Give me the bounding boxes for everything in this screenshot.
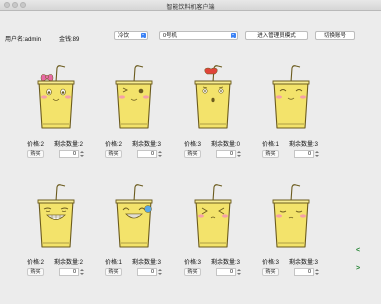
price-label: 价格:2 <box>27 260 45 266</box>
quantity-field[interactable]: 0 <box>294 150 314 158</box>
buy-button[interactable]: 购买 <box>105 268 122 276</box>
username-label: 用户名:admin <box>5 37 42 43</box>
remaining-quantity-label: 剩余数量:3 <box>211 260 241 266</box>
balance-label: 金钱:89 <box>59 37 80 43</box>
select-arrows-icon <box>231 33 236 38</box>
category-select[interactable]: 冷饮 <box>114 31 148 40</box>
drink-cup-image <box>111 64 157 132</box>
drink-cup-image <box>190 183 236 251</box>
quantity-stepper-icon[interactable] <box>237 150 241 158</box>
quantity-field[interactable]: 0 <box>59 268 79 276</box>
quantity-stepper-icon[interactable] <box>80 150 84 158</box>
remaining-quantity-label: 剩余数量:2 <box>54 142 84 148</box>
category-select-value: 冷饮 <box>118 33 130 39</box>
drink-cup-image <box>268 64 314 132</box>
buy-button[interactable]: 购买 <box>184 268 201 276</box>
quantity-stepper-icon[interactable] <box>237 268 241 276</box>
drink-cup-image <box>33 183 79 251</box>
drink-cup-image <box>190 64 236 132</box>
price-label: 价格:3 <box>262 260 280 266</box>
admin-mode-button[interactable]: 进入管理员模式 <box>245 31 308 40</box>
price-label: 价格:2 <box>27 142 45 148</box>
remaining-quantity-label: 剩余数量:3 <box>289 142 319 148</box>
switch-account-button[interactable]: 切换账号 <box>315 31 355 40</box>
buy-button[interactable]: 购买 <box>105 150 122 158</box>
price-label: 价格:3 <box>184 142 202 148</box>
quantity-field[interactable]: 0 <box>216 268 236 276</box>
drink-cup-image <box>268 183 314 251</box>
drink-cup-image <box>111 183 157 251</box>
quantity-stepper-icon[interactable] <box>158 268 162 276</box>
quantity-stepper-icon[interactable] <box>158 150 162 158</box>
quantity-stepper-icon[interactable] <box>315 150 319 158</box>
quantity-stepper-icon[interactable] <box>80 268 84 276</box>
next-page-button[interactable]: > <box>354 265 362 273</box>
drink-cup-image <box>33 64 79 132</box>
buy-button[interactable]: 购买 <box>262 150 279 158</box>
remaining-quantity-label: 剩余数量:0 <box>211 142 241 148</box>
machine-select[interactable]: 0号机 <box>159 31 238 40</box>
select-arrows-icon <box>141 33 146 38</box>
price-label: 价格:3 <box>184 260 202 266</box>
quantity-field[interactable]: 0 <box>137 268 157 276</box>
price-label: 价格:1 <box>105 260 123 266</box>
window-title: 智能饮料机客户端 <box>166 5 215 11</box>
buy-button[interactable]: 购买 <box>184 150 201 158</box>
quantity-field[interactable]: 0 <box>216 150 236 158</box>
price-label: 价格:1 <box>262 142 280 148</box>
remaining-quantity-label: 剩余数量:3 <box>289 260 319 266</box>
remaining-quantity-label: 剩余数量:3 <box>132 142 162 148</box>
remaining-quantity-label: 剩余数量:3 <box>132 260 162 266</box>
quantity-stepper-icon[interactable] <box>315 268 319 276</box>
quantity-field[interactable]: 0 <box>294 268 314 276</box>
quantity-field[interactable]: 0 <box>59 150 79 158</box>
buy-button[interactable]: 购买 <box>27 268 44 276</box>
quantity-field[interactable]: 0 <box>137 150 157 158</box>
remaining-quantity-label: 剩余数量:2 <box>54 260 84 266</box>
title-bar: 智能饮料机客户端 <box>0 0 381 11</box>
price-label: 价格:2 <box>105 142 123 148</box>
buy-button[interactable]: 购买 <box>27 150 44 158</box>
buy-button[interactable]: 购买 <box>262 268 279 276</box>
prev-page-button[interactable]: < <box>354 247 362 255</box>
machine-select-value: 0号机 <box>163 33 178 39</box>
